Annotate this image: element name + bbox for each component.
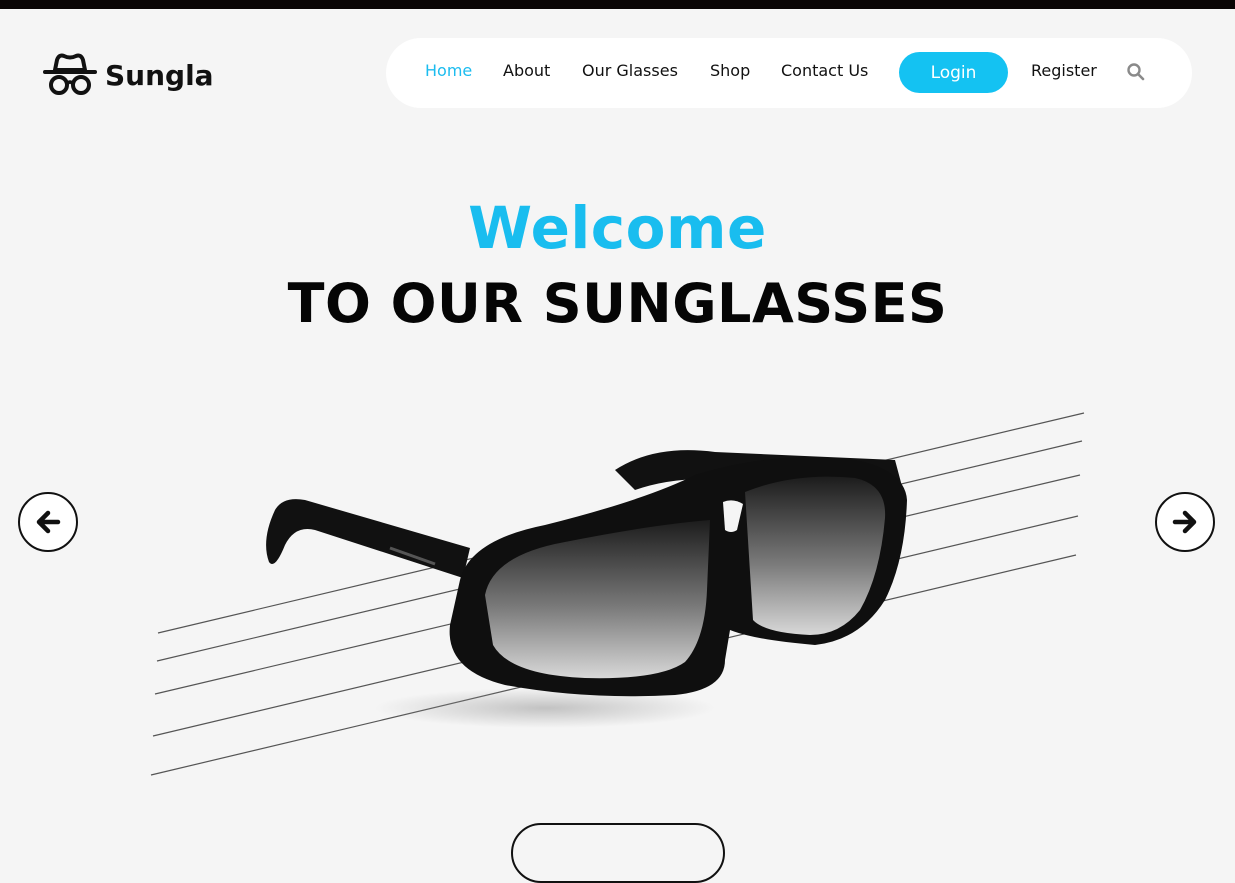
nav-item-shop[interactable]: Shop: [710, 61, 750, 80]
login-button[interactable]: Login: [899, 52, 1008, 93]
hero-cta-button[interactable]: [511, 823, 725, 883]
top-bar: [0, 0, 1235, 9]
search-icon[interactable]: [1126, 62, 1146, 82]
sunglasses-image: [266, 450, 907, 728]
register-link[interactable]: Register: [1031, 61, 1097, 80]
nav-item-about[interactable]: About: [503, 61, 550, 80]
nav-item-contact-us[interactable]: Contact Us: [781, 61, 868, 80]
nav-item-home[interactable]: Home: [425, 61, 472, 80]
arrow-right-icon: [1172, 510, 1197, 534]
hero-welcome-heading: Welcome: [468, 194, 767, 262]
hat-glasses-icon: [43, 53, 97, 95]
nav-item-our-glasses[interactable]: Our Glasses: [582, 61, 678, 80]
brand-logo[interactable]: Sungla: [43, 50, 214, 100]
arrow-left-icon: [36, 510, 61, 534]
brand-name: Sungla: [105, 58, 214, 92]
hero-subtitle: TO OUR SUNGLASSES: [287, 272, 948, 335]
next-slide-button[interactable]: [1155, 492, 1215, 552]
prev-slide-button[interactable]: [18, 492, 78, 552]
main-nav: Home About Our Glasses Shop Contact Us L…: [386, 38, 1192, 108]
